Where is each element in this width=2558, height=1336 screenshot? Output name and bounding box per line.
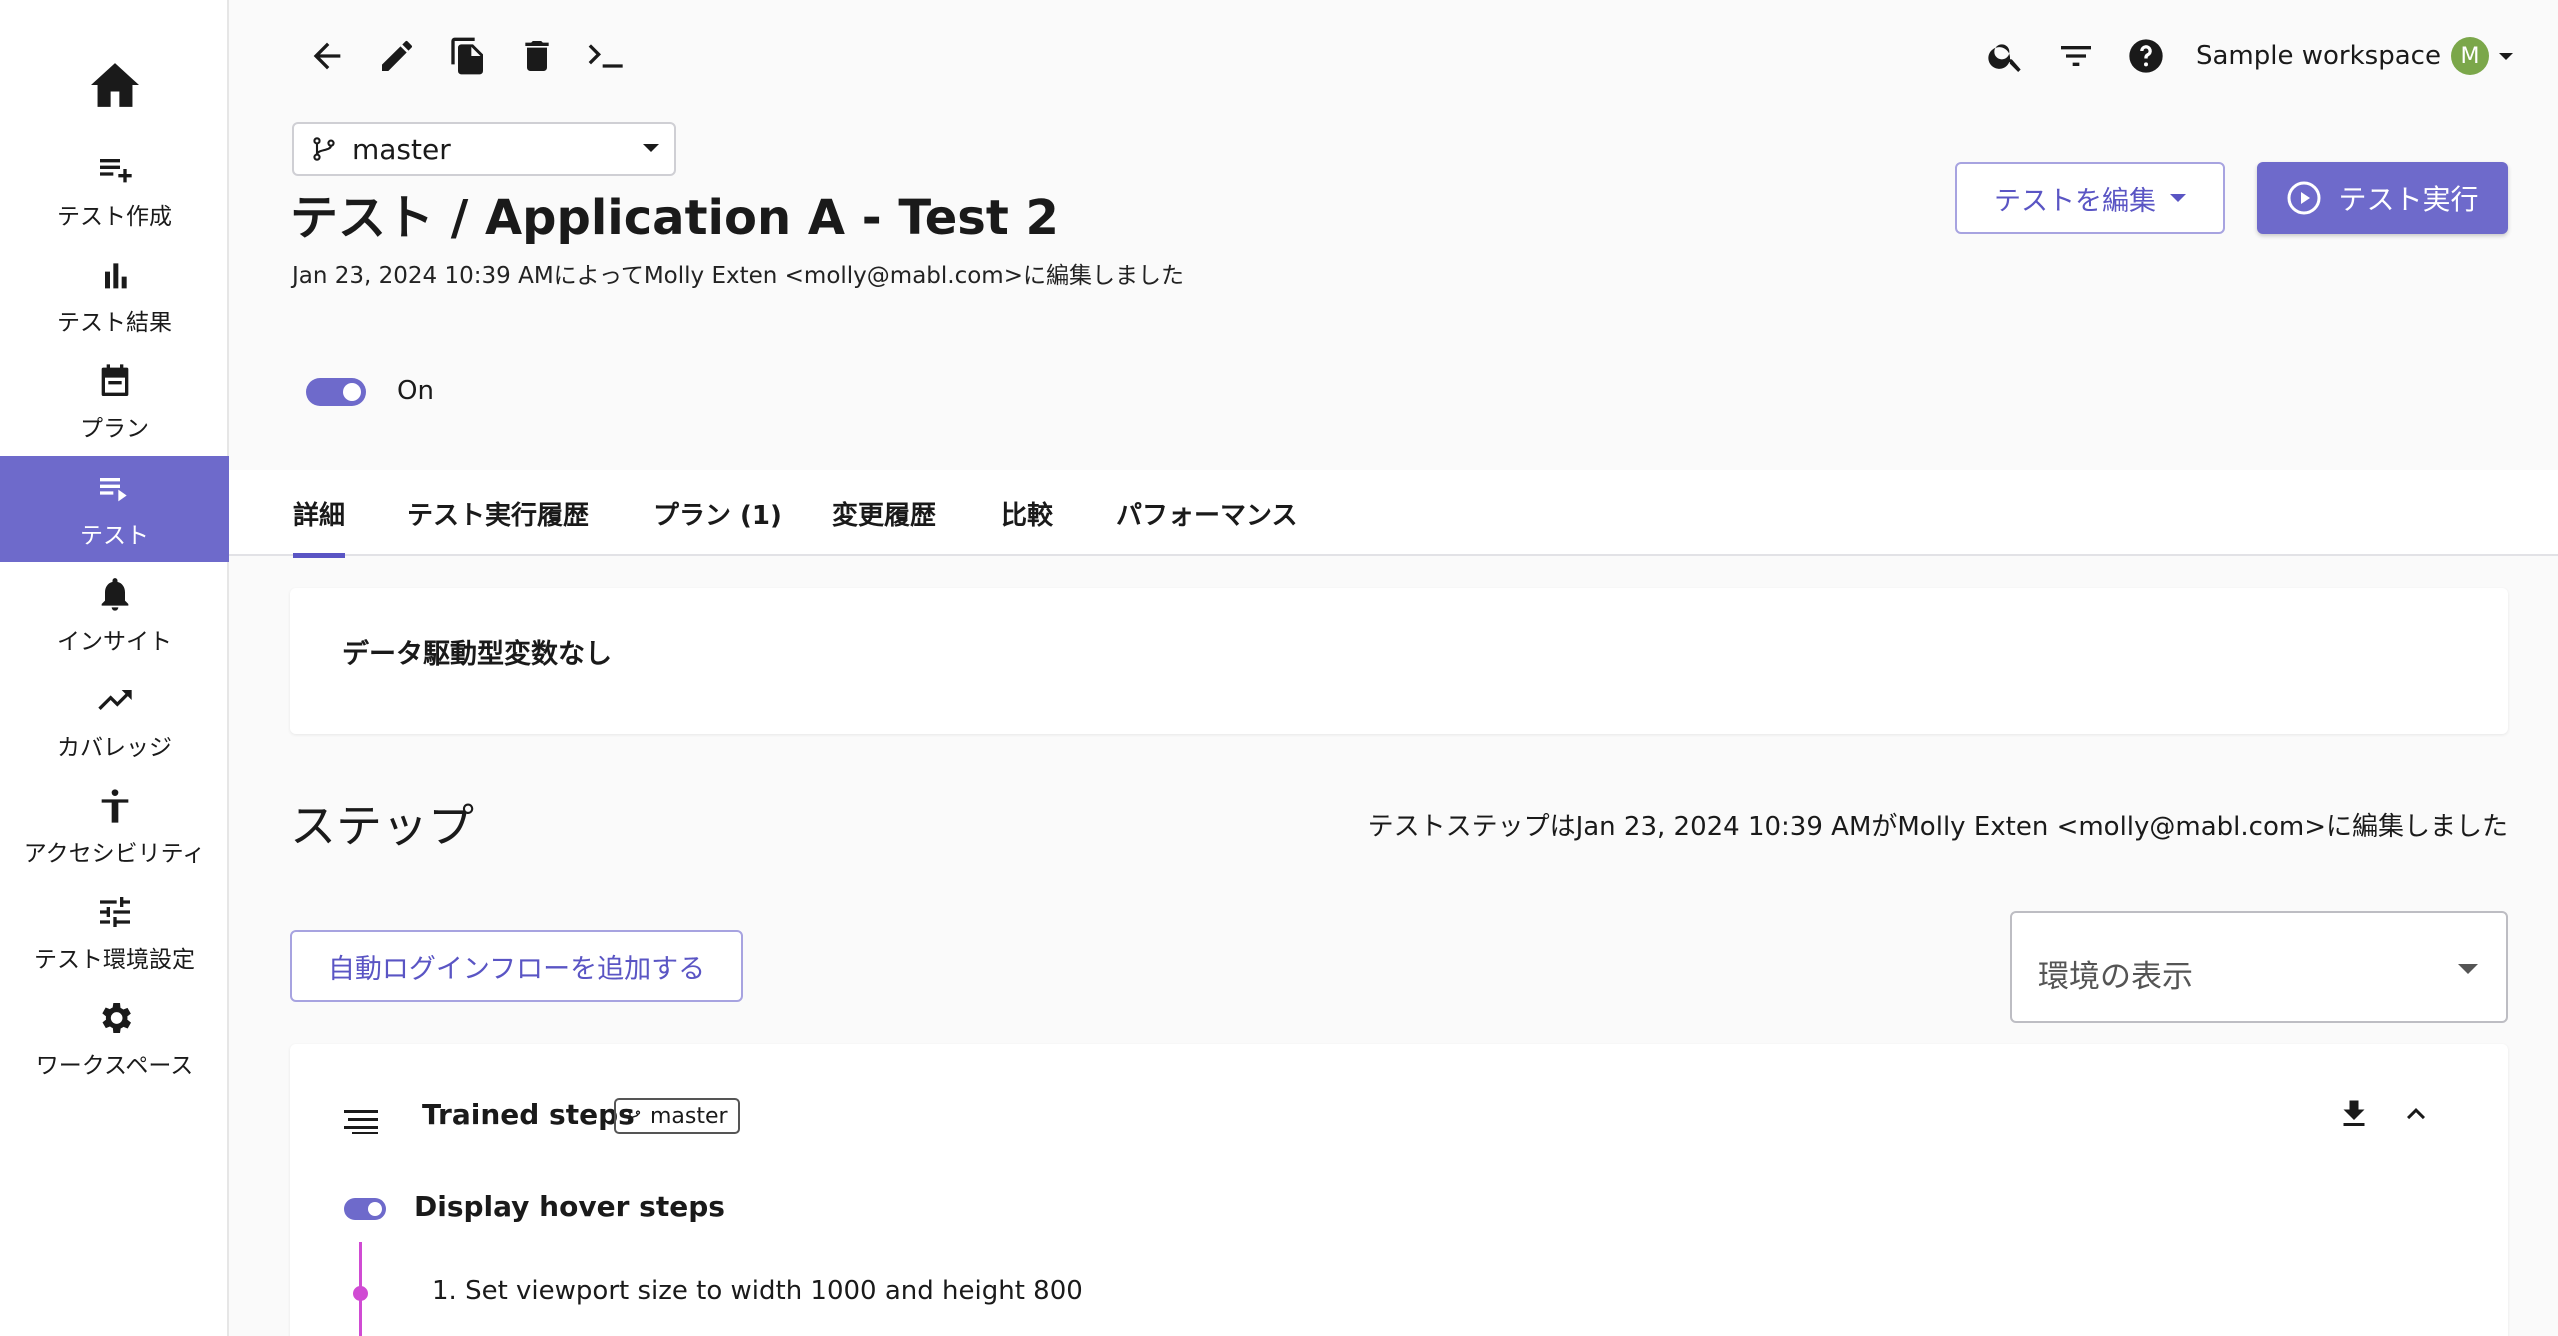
pencil-icon: [382, 41, 412, 71]
tab-details[interactable]: 詳細: [293, 470, 346, 558]
sidebar-item-tests[interactable]: テスト: [0, 456, 229, 562]
trained-steps-card: Trained steps master Display hover steps…: [290, 1044, 2508, 1336]
branch-select[interactable]: master: [292, 122, 676, 176]
trash-icon: [525, 41, 549, 71]
calendar-icon: [101, 364, 128, 396]
arrow-back-icon: [313, 42, 341, 70]
sidebar-item-workspace[interactable]: ワークスペース: [0, 986, 229, 1092]
bell-icon: [101, 578, 128, 611]
copy-icon: [451, 37, 483, 75]
sidebar-item-label: アクセシビリティ: [23, 841, 206, 867]
tab-run-history[interactable]: テスト実行履歴: [407, 470, 589, 556]
sidebar-item-label: インサイト: [57, 629, 172, 655]
sidebar-item-create-test[interactable]: テスト作成: [0, 137, 229, 243]
step-marker: [353, 1286, 368, 1301]
help-button[interactable]: [2124, 34, 2168, 78]
sidebar-item-label: テスト環境設定: [34, 947, 195, 973]
sidebar-item-insights[interactable]: インサイト: [0, 562, 229, 668]
avatar: M: [2450, 37, 2489, 75]
edit-test-button[interactable]: テストを編集: [1955, 162, 2225, 234]
trained-steps-title: Trained steps: [422, 1098, 635, 1131]
filter-icon: [2061, 46, 2091, 66]
back-button[interactable]: [305, 34, 349, 78]
playlist-play-icon: [99, 478, 127, 502]
tab-change-history[interactable]: 変更履歴: [832, 470, 936, 556]
sidebar-item-coverage[interactable]: カバレッジ: [0, 668, 229, 774]
sidebar-item-label: プラン: [80, 416, 149, 442]
test-enabled-toggle[interactable]: [306, 378, 366, 406]
sidebar-item-test-results[interactable]: テスト結果: [0, 243, 229, 349]
ddv-empty-text: データ駆動型変数なし: [342, 639, 612, 670]
edit-button[interactable]: [375, 34, 419, 78]
caret-down-icon: [2498, 53, 2513, 60]
sidebar-item-label: ワークスペース: [35, 1053, 194, 1079]
run-test-label: テスト実行: [2338, 183, 2479, 216]
download-icon[interactable]: [2336, 1096, 2372, 1132]
sidebar-item-label: テスト: [80, 523, 149, 549]
sidebar: テスト作成 テスト結果 プラン テスト インサイト カバレッジ アクセシビリティ…: [0, 0, 229, 1336]
help-icon: [2129, 39, 2163, 73]
steps-last-edited: テストステップはJan 23, 2024 10:39 AMがMolly Exte…: [1367, 812, 2508, 842]
sidebar-item-label: テスト結果: [57, 310, 172, 336]
accessibility-icon: [101, 789, 128, 823]
branch-value: master: [352, 132, 451, 166]
home-button[interactable]: [0, 45, 229, 125]
steps-heading: ステップ: [290, 799, 474, 853]
caret-down-icon: [643, 144, 659, 152]
search-button[interactable]: [1984, 34, 2028, 78]
environment-placeholder: 環境の表示: [2038, 959, 2193, 995]
data-driven-variables-card: データ駆動型変数なし: [290, 588, 2508, 734]
caret-down-icon: [2170, 194, 2186, 202]
branch-badge-label: master: [650, 1103, 728, 1129]
toggle-label: On: [397, 376, 434, 406]
tune-icon: [99, 897, 130, 927]
tab-performance[interactable]: パフォーマンス: [1116, 470, 1297, 556]
subject-icon: [344, 1110, 378, 1134]
sidebar-item-label: テスト作成: [57, 204, 172, 230]
workspace-switcher[interactable]: Sample workspace M: [2196, 36, 2513, 76]
bar-chart-icon: [104, 263, 127, 289]
sidebar-item-plans[interactable]: プラン: [0, 349, 229, 455]
duplicate-button[interactable]: [446, 34, 490, 78]
delete-button[interactable]: [515, 34, 559, 78]
add-auto-login-button[interactable]: 自動ログインフローを追加する: [290, 930, 743, 1002]
run-test-button[interactable]: テスト実行: [2257, 162, 2508, 234]
tab-compare[interactable]: 比較: [1001, 470, 1053, 556]
chevron-up-icon[interactable]: [2398, 1096, 2434, 1132]
display-hover-steps-toggle[interactable]: [344, 1198, 386, 1220]
branch-badge: master: [614, 1098, 740, 1134]
tab-plans[interactable]: プラン (1): [653, 470, 782, 556]
environment-select[interactable]: 環境の表示: [2010, 911, 2508, 1023]
terminal-icon: [588, 44, 623, 68]
sidebar-item-accessibility[interactable]: アクセシビリティ: [0, 774, 229, 880]
filter-button[interactable]: [2054, 34, 2098, 78]
edit-test-label: テストを編集: [1994, 185, 2156, 217]
branch-icon: [627, 1109, 641, 1123]
search-icon: [1988, 44, 2021, 72]
caret-down-icon: [2458, 964, 2478, 974]
trending-up-icon: [97, 690, 132, 710]
step-item[interactable]: 1. Set viewport size to width 1000 and h…: [432, 1276, 1083, 1306]
page-title: テスト / Application A - Test 2: [290, 190, 1059, 246]
gear-icon: [101, 1003, 131, 1033]
branch-icon: [313, 137, 335, 161]
playlist-add-icon: [99, 159, 132, 183]
tab-bar: 詳細 テスト実行履歴 プラン (1) 変更履歴 比較 パフォーマンス: [229, 470, 2558, 558]
workspace-name: Sample workspace: [2196, 41, 2441, 71]
display-hover-steps-label: Display hover steps: [414, 1190, 725, 1223]
play-circle-icon: [2287, 181, 2321, 215]
home-icon: [90, 63, 139, 107]
cli-button[interactable]: [584, 34, 628, 78]
sidebar-item-test-env-settings[interactable]: テスト環境設定: [0, 880, 229, 986]
last-edited-text: Jan 23, 2024 10:39 AMによってMolly Exten <mo…: [292, 263, 1184, 289]
sidebar-item-label: カバレッジ: [57, 735, 172, 761]
